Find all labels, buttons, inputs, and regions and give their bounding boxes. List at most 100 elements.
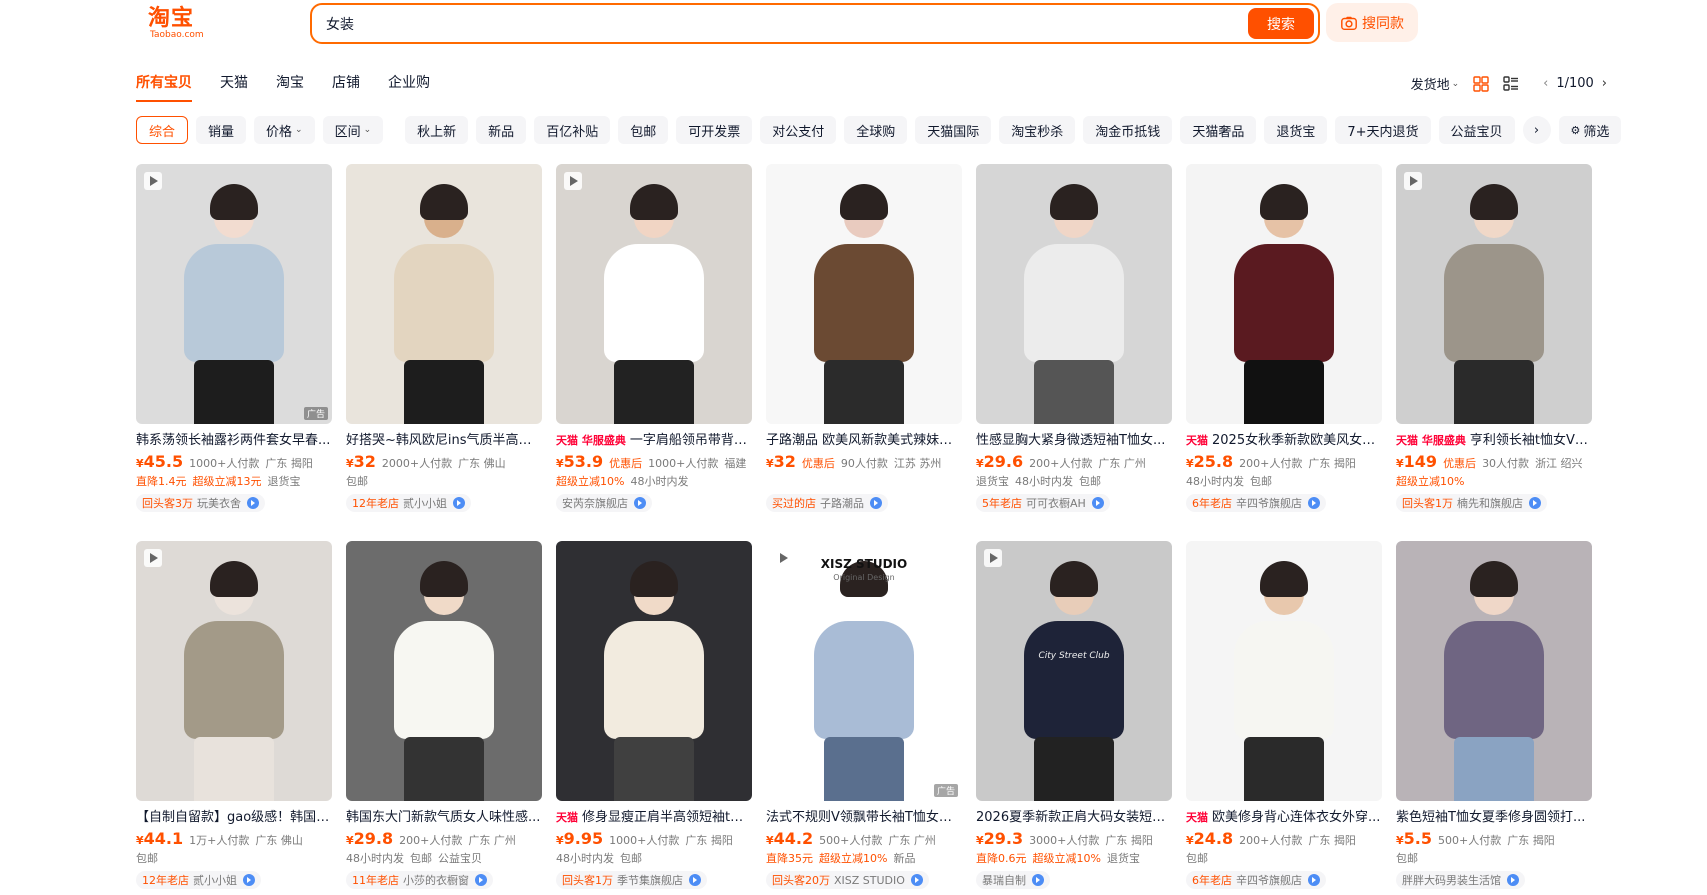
list-view-icon[interactable] — [1503, 75, 1519, 92]
filter-tag[interactable]: 退货宝 — [1264, 116, 1328, 144]
taobao-logo[interactable]: 淘宝 Taobao.com — [148, 6, 220, 44]
product-image[interactable]: XISZ STUDIO Original Design 广告 — [766, 541, 962, 801]
ship-location: 广东 揭阳 — [685, 834, 733, 847]
filter-tag[interactable]: 天猫国际 — [915, 116, 992, 144]
product-card[interactable]: XISZ STUDIO Original Design 广告法式不规则V领飘带长袖T… — [766, 541, 962, 895]
sort-price[interactable]: 价格 ⌄ — [254, 116, 315, 144]
product-card[interactable]: 天猫 欧美修身背心连体衣女外穿... ¥24.8 200+人付款 广东 揭阳 包邮 6年老店… — [1186, 541, 1382, 895]
product-image[interactable] — [136, 541, 332, 801]
product-image[interactable] — [1396, 164, 1592, 424]
more-filters-arrow[interactable]: › — [1522, 116, 1551, 144]
product-title[interactable]: 韩系荡领长袖露衫两件套女早春... — [136, 432, 332, 449]
product-image[interactable] — [1186, 164, 1382, 424]
ship-from-dropdown[interactable]: 发货地 ⌄ — [1411, 74, 1460, 93]
product-image[interactable] — [976, 164, 1172, 424]
filter-tag[interactable]: 包邮 — [618, 116, 669, 144]
video-play-icon[interactable] — [984, 549, 1002, 567]
search-same-style-button[interactable]: 搜同款 — [1326, 3, 1418, 42]
filter-button[interactable]: ⚙ 筛选 — [1558, 116, 1622, 144]
sort-range[interactable]: 区间 ⌄ — [322, 116, 384, 144]
shop-link[interactable]: 12年老店 贰小小姐 — [136, 871, 261, 889]
shop-link[interactable]: 6年老店 辛四爷旗舰店 — [1186, 494, 1326, 512]
shop-link[interactable]: 安芮奈旗舰店 — [556, 494, 652, 512]
shop-link[interactable]: 回头客20万 XISZ STUDIO — [766, 871, 929, 889]
product-title[interactable]: 性感显胸大紧身微透短袖T恤女... — [976, 432, 1172, 449]
product-image[interactable] — [346, 541, 542, 801]
tab-all[interactable]: 所有宝贝 — [136, 72, 192, 102]
product-card[interactable]: 天猫 华服盛典 亨利领长袖t恤女V领... ¥149 优惠后 30人付款 浙江 绍兴 超级立… — [1396, 164, 1592, 519]
filter-tag[interactable]: 淘宝秒杀 — [999, 116, 1076, 144]
product-image[interactable] — [1186, 541, 1382, 801]
filter-tag[interactable]: 天猫奢品 — [1180, 116, 1257, 144]
product-title[interactable]: 【自制自留款】gao级感！韩国in... — [136, 809, 332, 826]
product-title[interactable]: 好搭哭~韩风欧尼ins气质半高领... — [346, 432, 542, 449]
product-title[interactable]: 韩国东大门新款气质女人味性感... — [346, 809, 542, 826]
video-play-icon[interactable] — [564, 172, 582, 190]
filter-tag[interactable]: 新品 — [476, 116, 527, 144]
tab-taobao[interactable]: 淘宝 — [276, 72, 304, 102]
filter-tag[interactable]: 百亿补贴 — [534, 116, 611, 144]
promo-tag: 超级立减10% — [1032, 852, 1101, 865]
tab-shops[interactable]: 店铺 — [332, 72, 360, 102]
product-title[interactable]: 天猫 华服盛典 一字肩船领吊带背心... — [556, 432, 752, 449]
filter-tag[interactable]: 淘金币抵钱 — [1083, 116, 1173, 144]
product-card[interactable]: 天猫 华服盛典 一字肩船领吊带背心... ¥53.9 优惠后 1000+人付款 福建 超级立… — [556, 164, 752, 519]
video-play-icon[interactable] — [774, 549, 792, 567]
product-title[interactable]: 子路潮品 欧美风新款美式辣妹半... — [766, 432, 962, 449]
filter-tag[interactable]: 秋上新 — [405, 116, 469, 144]
video-play-icon[interactable] — [144, 172, 162, 190]
product-image[interactable] — [766, 164, 962, 424]
shop-name: 辛四爷旗舰店 — [1236, 497, 1302, 510]
studio-sub-label: Original Design — [833, 573, 895, 582]
product-card[interactable]: 天猫 修身显瘦正肩半高领短袖t恤... ¥9.95 1000+人付款 广东 揭阳 48小时… — [556, 541, 752, 895]
product-title[interactable]: 天猫 修身显瘦正肩半高领短袖t恤... — [556, 809, 752, 826]
shop-link[interactable]: 买过的店 子路潮品 — [766, 494, 888, 512]
shop-link[interactable]: 胖胖大码男装生活馆 — [1396, 871, 1525, 889]
product-title[interactable]: 紫色短袖T恤女夏季修身圆领打... — [1396, 809, 1592, 826]
prev-page-icon[interactable]: ‹ — [1543, 76, 1548, 91]
filter-tag[interactable]: 可开发票 — [676, 116, 753, 144]
next-page-icon[interactable]: › — [1602, 76, 1607, 91]
product-card[interactable]: 【自制自留款】gao级感！韩国in... ¥44.1 1万+人付款 广东 佛山 包邮 12… — [136, 541, 332, 895]
shop-link[interactable]: 11年老店 小莎的衣橱窗 — [346, 871, 493, 889]
filter-tag[interactable]: 全球购 — [844, 116, 908, 144]
product-card[interactable]: 紫色短袖T恤女夏季修身圆领打... ¥5.5 500+人付款 广东 揭阳 包邮 胖胖大码男… — [1396, 541, 1592, 895]
shop-link[interactable]: 5年老店 可可衣橱AH — [976, 494, 1110, 512]
product-image[interactable] — [1396, 541, 1592, 801]
product-image[interactable]: City Street Club — [976, 541, 1172, 801]
product-title[interactable]: 2026夏季新款正肩大码女装短袖t... — [976, 809, 1172, 826]
product-card[interactable]: 子路潮品 欧美风新款美式辣妹半... ¥32 优惠后 90人付款 江苏 苏州 买过的店 子路… — [766, 164, 962, 519]
shop-link[interactable]: 12年老店 贰小小姐 — [346, 494, 471, 512]
product-title[interactable]: 法式不规则V领飘带长袖T恤女春... — [766, 809, 962, 826]
shop-link[interactable]: 回头客3万 玩美衣舍 — [136, 494, 265, 512]
video-play-icon[interactable] — [144, 549, 162, 567]
sort-comprehensive[interactable]: 综合 — [136, 116, 189, 144]
tab-enterprise[interactable]: 企业购 — [388, 72, 430, 102]
filter-tag[interactable]: 公益宝贝 — [1438, 116, 1515, 144]
product-card[interactable]: 韩国东大门新款气质女人味性感... ¥29.8 200+人付款 广东 广州 48小时内发… — [346, 541, 542, 895]
product-title[interactable]: 天猫 2025女秋季新款欧美风女装... — [1186, 432, 1382, 449]
product-title[interactable]: 天猫 华服盛典 亨利领长袖t恤女V领... — [1396, 432, 1592, 449]
shop-link[interactable]: 6年老店 辛四爷旗舰店 — [1186, 871, 1326, 889]
grid-view-icon[interactable] — [1473, 75, 1489, 92]
product-image[interactable] — [556, 541, 752, 801]
product-card[interactable]: 好搭哭~韩风欧尼ins气质半高领... ¥32 2000+人付款 广东 佛山 包邮 12年… — [346, 164, 542, 519]
product-card[interactable]: 广告 韩系荡领长袖露衫两件套女早春... ¥45.5 1000+人付款 广东 揭阳 直降1… — [136, 164, 332, 519]
product-title[interactable]: 天猫 欧美修身背心连体衣女外穿... — [1186, 809, 1382, 826]
filter-tag[interactable]: 7+天内退货 — [1335, 116, 1431, 144]
search-button[interactable]: 搜索 — [1248, 8, 1314, 39]
search-input[interactable] — [326, 13, 1186, 35]
product-image[interactable]: 广告 — [136, 164, 332, 424]
product-card[interactable]: City Street Club 2026夏季新款正肩大码女装短袖t... ¥29.… — [976, 541, 1172, 895]
product-image[interactable] — [346, 164, 542, 424]
tab-tmall[interactable]: 天猫 — [220, 72, 248, 102]
filter-tag[interactable]: 对公支付 — [760, 116, 837, 144]
product-card[interactable]: 性感显胸大紧身微透短袖T恤女... ¥29.6 200+人付款 广东 广州 退货宝 48小… — [976, 164, 1172, 519]
product-image[interactable] — [556, 164, 752, 424]
video-play-icon[interactable] — [1404, 172, 1422, 190]
shop-link[interactable]: 回头客1万 季节集旗舰店 — [556, 871, 707, 889]
product-card[interactable]: 天猫 2025女秋季新款欧美风女装... ¥25.8 200+人付款 广东 揭阳 48小时… — [1186, 164, 1382, 519]
sort-sales[interactable]: 销量 — [196, 116, 247, 144]
shop-link[interactable]: 回头客1万 楠先和旗舰店 — [1396, 494, 1547, 512]
shop-link[interactable]: 暴瑞自制 — [976, 871, 1050, 889]
